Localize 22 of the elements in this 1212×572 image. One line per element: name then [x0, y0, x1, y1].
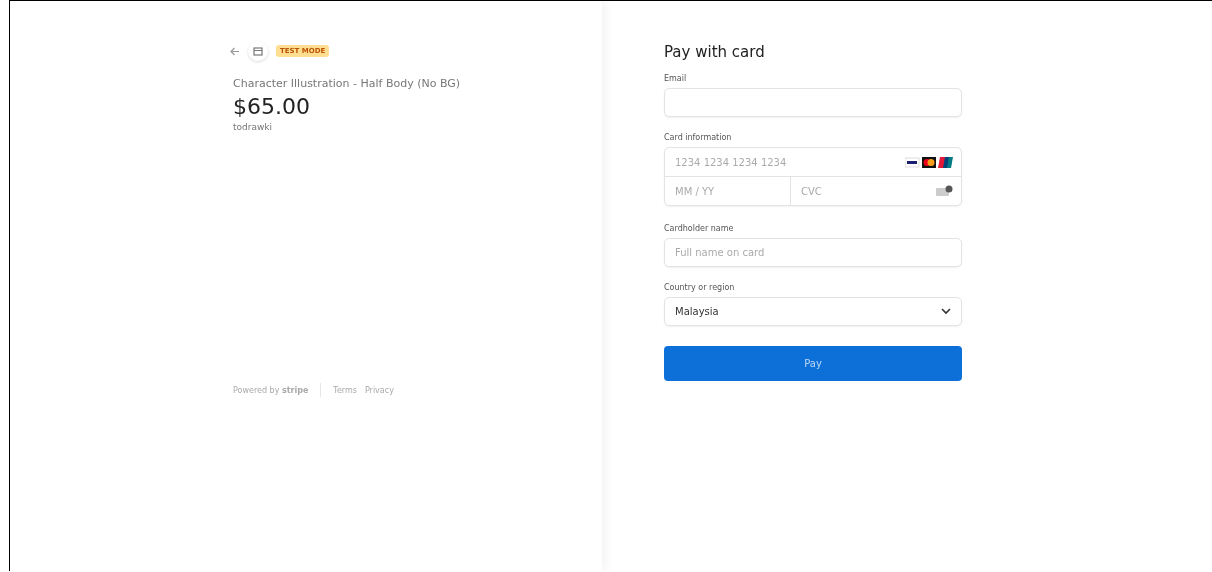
field-label: Country or region [664, 283, 736, 292]
product-name: Character Illustration - Half Body (No BG) [233, 77, 462, 90]
country-select[interactable]: Malaysia [664, 297, 962, 326]
cvc-card-icon [936, 185, 953, 197]
field-label: Cardholder name [664, 224, 735, 233]
email-field[interactable] [664, 88, 962, 117]
cvc-field[interactable]: CVC [791, 185, 936, 197]
expiry-field[interactable]: MM / YY [665, 177, 791, 205]
pay-button[interactable]: Pay [664, 346, 962, 381]
footer-link[interactable]: Privacy [364, 385, 394, 395]
footer-link[interactable]: Terms [333, 385, 357, 395]
card-brands-icon [905, 155, 953, 169]
product-price: $65.00 [233, 94, 311, 119]
cardholder-name-field[interactable]: Full name on card [664, 238, 962, 267]
card-number-field[interactable]: 1234 1234 1234 1234 [665, 156, 905, 168]
form-title: Pay with card [664, 43, 766, 61]
back-arrow-icon[interactable] [230, 46, 240, 56]
powered-by-text: Powered by stripe [233, 385, 309, 395]
chevron-down-icon [941, 308, 951, 315]
field-label: Email [664, 74, 688, 83]
seller-name: todrawki [233, 122, 274, 132]
field-label: Card information [664, 133, 733, 142]
